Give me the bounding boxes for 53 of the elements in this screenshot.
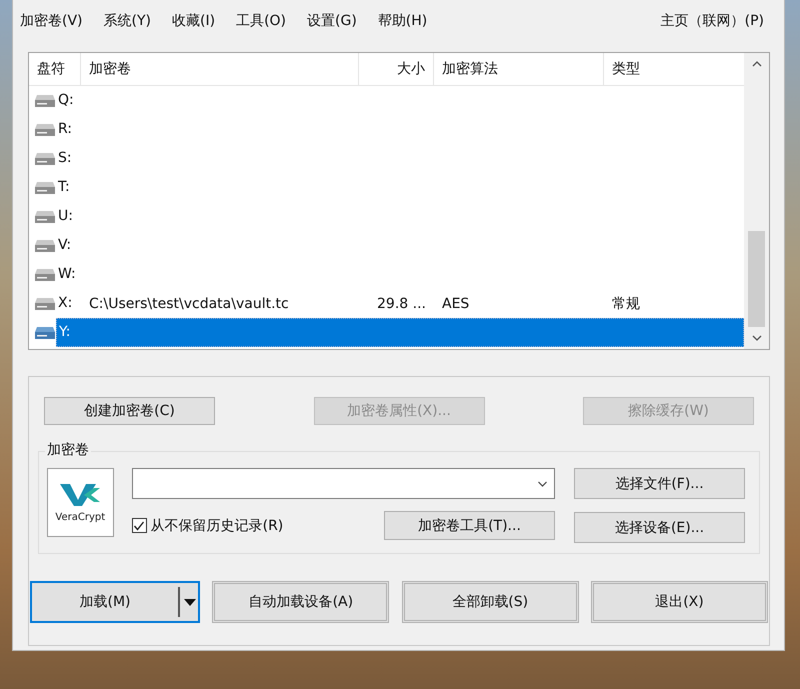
drive-icon: [34, 210, 56, 224]
bottom-button[interactable]: 自动加载设备(A): [212, 581, 390, 623]
column-header[interactable]: 加密卷: [81, 53, 359, 85]
selected-row[interactable]: Y:: [56, 318, 744, 347]
table-cell: 常规: [612, 294, 640, 312]
drive-icon: [34, 122, 56, 136]
drive-icon: [34, 238, 56, 252]
menu-item[interactable]: 收藏(I): [172, 12, 216, 30]
drive-icon: [34, 326, 56, 340]
dropdown-arrow-icon[interactable]: [184, 598, 196, 606]
homepage-menu-item[interactable]: 主页（联网）(P): [660, 12, 764, 30]
mount-split-button[interactable]: 加载(M): [30, 581, 200, 623]
checkbox[interactable]: [132, 518, 147, 533]
bottom-button[interactable]: 退出(X): [590, 581, 768, 623]
column-header[interactable]: 类型: [604, 53, 741, 85]
volume-path-combobox[interactable]: [132, 468, 555, 499]
menu-item[interactable]: 设置(G): [307, 12, 357, 30]
vc-logo-icon: [58, 482, 102, 508]
column-header[interactable]: 加密算法: [434, 53, 604, 85]
drive-icon: [34, 94, 56, 108]
bottom-button[interactable]: 全部卸载(S): [402, 581, 579, 623]
drive-icon: [34, 296, 56, 310]
scrollbar-thumb[interactable]: [748, 231, 765, 327]
volume-tools-button[interactable]: 加密卷工具(T)...: [384, 511, 555, 540]
group-title: 加密卷: [45, 441, 91, 459]
scroll-down-icon[interactable]: [752, 335, 762, 341]
table-cell: 29.8 ...: [377, 296, 426, 312]
dropdown-caret-icon[interactable]: [537, 480, 548, 486]
drive-icon: [34, 180, 56, 194]
scrollbar[interactable]: [744, 53, 769, 349]
drive-letter[interactable]: T:: [56, 173, 72, 202]
drive-letter[interactable]: R:: [56, 115, 74, 144]
menu-item[interactable]: 帮助(H): [378, 12, 428, 30]
table-cell: AES: [442, 296, 470, 312]
drive-letter[interactable]: S:: [56, 144, 74, 173]
select-device-button[interactable]: 选择设备(E)...: [574, 512, 745, 543]
drive-letter[interactable]: V:: [56, 231, 74, 260]
logo-text: VeraCrypt: [55, 512, 106, 523]
menu-item[interactable]: 工具(O): [236, 12, 286, 30]
select-file-button[interactable]: 选择文件(F)...: [574, 468, 745, 499]
table-cell: C:\Users\test\vcdata\vault.tc: [89, 296, 289, 312]
scroll-up-icon[interactable]: [752, 61, 762, 67]
drive-letter[interactable]: Q:: [56, 86, 76, 115]
menu-item[interactable]: 加密卷(V): [20, 12, 83, 30]
drive-letter[interactable]: W:: [56, 260, 78, 289]
column-header[interactable]: 大小: [359, 53, 434, 85]
drive-letter[interactable]: U:: [56, 202, 75, 231]
action-button[interactable]: 创建加密卷(C): [44, 397, 215, 425]
menu-item[interactable]: 系统(Y): [104, 12, 151, 30]
drive-letter[interactable]: X:: [56, 289, 74, 318]
column-header[interactable]: 盘符: [29, 53, 81, 85]
drive-icon: [34, 268, 56, 282]
drive-icon: [34, 152, 56, 166]
